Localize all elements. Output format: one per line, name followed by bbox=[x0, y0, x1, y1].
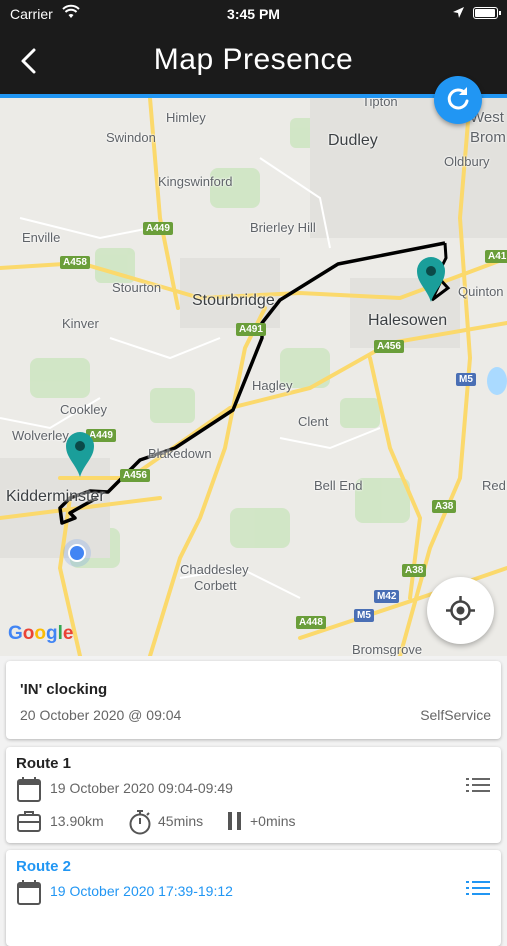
road-badge: A448 bbox=[296, 616, 326, 629]
road-badge: M42 bbox=[374, 590, 400, 603]
place-label: Clent bbox=[298, 414, 329, 429]
road-badge: A456 bbox=[120, 469, 150, 482]
my-location-button[interactable] bbox=[427, 577, 494, 644]
route-pause: +0mins bbox=[250, 813, 296, 829]
place-label: Red bbox=[482, 478, 506, 493]
road-badge: A458 bbox=[60, 256, 90, 269]
clocking-date: 20 October 2020 @ 09:04 bbox=[20, 707, 182, 723]
road-badge: M5 bbox=[354, 609, 374, 622]
place-label: Enville bbox=[22, 230, 61, 245]
place-label: Kingswinford bbox=[158, 174, 233, 189]
map-base bbox=[0, 98, 507, 656]
clocking-source: SelfService bbox=[420, 707, 491, 723]
place-label: Oldbury bbox=[444, 154, 490, 169]
place-label: Quinton bbox=[458, 284, 504, 299]
place-label: Stourbridge bbox=[192, 292, 275, 309]
route-name: Route 1 bbox=[16, 755, 72, 772]
road-badge: M5 bbox=[456, 373, 476, 386]
google-logo: Google bbox=[8, 623, 74, 644]
nav-bar: Map Presence bbox=[0, 28, 507, 94]
route-stats: 13.90km 45mins +0mins bbox=[16, 809, 496, 836]
place-label: Bell End bbox=[314, 478, 363, 493]
calendar-icon bbox=[16, 878, 42, 911]
place-label: Dudley bbox=[328, 132, 378, 149]
place-label: Halesowen bbox=[368, 312, 448, 329]
location-arrow-icon bbox=[452, 6, 465, 22]
place-label: Cookley bbox=[60, 402, 107, 417]
pause-icon bbox=[226, 811, 244, 836]
road-badge: A41 bbox=[485, 250, 507, 263]
place-label: Bromsgrove bbox=[352, 642, 423, 656]
page-title: Map Presence bbox=[153, 43, 354, 76]
route-card[interactable]: Route 1 19 October 2020 09:04-09:49 13.9… bbox=[6, 747, 501, 843]
route-datetime: 19 October 2020 09:04-09:49 bbox=[50, 780, 233, 796]
clock-time: 3:45 PM bbox=[227, 6, 280, 22]
route-datetime: 19 October 2020 17:39-19:12 bbox=[50, 883, 233, 899]
place-label: Corbett bbox=[194, 578, 237, 593]
briefcase-icon bbox=[16, 809, 42, 838]
place-label: Chaddesley bbox=[180, 562, 249, 577]
place-label: Blakedown bbox=[148, 446, 212, 461]
status-bar: Carrier 3:45 PM bbox=[0, 0, 507, 28]
refresh-button[interactable] bbox=[434, 76, 482, 124]
list-icon[interactable] bbox=[466, 878, 490, 903]
place-label: Brierley Hill bbox=[250, 220, 316, 235]
road-badge: A449 bbox=[143, 222, 173, 235]
my-location-icon bbox=[446, 596, 475, 625]
route-duration: 45mins bbox=[158, 813, 204, 829]
road-badge: A38 bbox=[432, 500, 457, 513]
calendar-icon bbox=[16, 775, 42, 808]
place-label: Kinver bbox=[62, 316, 99, 331]
refresh-icon bbox=[447, 87, 469, 110]
road-badge: A456 bbox=[374, 340, 404, 353]
list-icon[interactable] bbox=[466, 775, 490, 800]
clocking-title: 'IN' clocking bbox=[20, 681, 108, 698]
place-label: Hagley bbox=[252, 378, 293, 393]
place-label: Himley bbox=[166, 110, 206, 125]
stopwatch-icon bbox=[128, 809, 152, 840]
place-label: Swindon bbox=[106, 130, 156, 145]
road-badge: A491 bbox=[236, 323, 266, 336]
clocking-card[interactable]: 'IN' clocking 20 October 2020 @ 09:04 Se… bbox=[6, 661, 501, 739]
place-label: Stourton bbox=[112, 280, 162, 295]
route-name: Route 2 bbox=[16, 858, 72, 875]
route-card[interactable]: Route 2 19 October 2020 17:39-19:12 bbox=[6, 850, 501, 946]
map-view[interactable]: Tipton Himley Dudley Swindon West Brom O… bbox=[0, 98, 507, 656]
place-label: Tipton bbox=[362, 98, 398, 109]
battery-icon bbox=[473, 7, 501, 19]
place-label: Wolverley bbox=[12, 428, 69, 443]
place-label: Kidderminster bbox=[6, 488, 105, 505]
route-distance: 13.90km bbox=[50, 813, 104, 829]
road-badge: A38 bbox=[402, 564, 427, 577]
